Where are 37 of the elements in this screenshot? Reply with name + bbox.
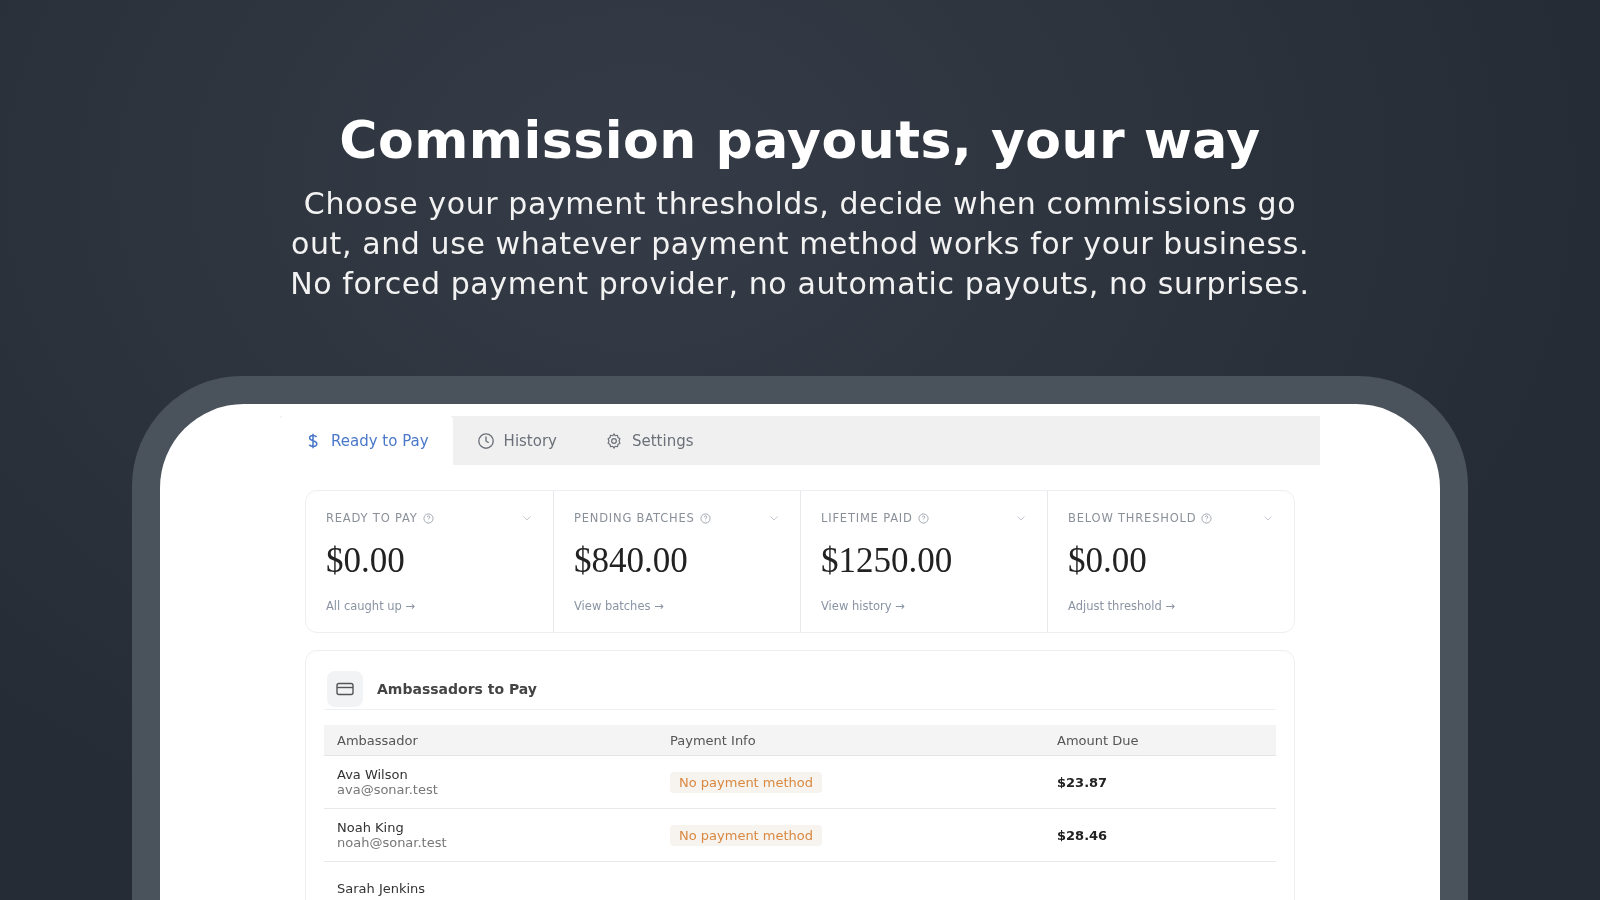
ambassador-email: ava@sonar.test: [337, 782, 439, 797]
info-icon[interactable]: [699, 512, 711, 524]
column-header: Amount Due: [1057, 732, 1140, 748]
stat-value: $1250.00: [821, 541, 954, 581]
stat-label: LIFETIME PAID: [821, 511, 913, 525]
column-header: Payment Info: [670, 732, 757, 748]
tab[interactable]: Settings: [581, 416, 718, 465]
stat-value: $840.00: [574, 541, 689, 581]
ambassador-name: Sarah Jenkins: [337, 880, 427, 896]
amount-due: $23.87: [1057, 774, 1109, 790]
info-icon[interactable]: [1201, 512, 1213, 524]
stat-link[interactable]: All caught up →: [326, 599, 416, 613]
column-header: Ambassador: [337, 732, 419, 748]
card-icon: [327, 671, 363, 707]
info-icon[interactable]: [422, 512, 434, 524]
payment-status-badge: No payment method: [670, 771, 823, 793]
ambassador-name: Ava Wilson: [337, 767, 409, 782]
tab[interactable]: History: [452, 416, 581, 465]
clock-icon: [476, 431, 495, 450]
tab[interactable]: Ready to Pay: [280, 416, 453, 465]
stat-label: BELOW THRESHOLD: [1068, 511, 1197, 525]
info-icon[interactable]: [917, 512, 929, 524]
settings-icon: [605, 431, 623, 450]
stat-link[interactable]: Adjust threshold →: [1068, 599, 1176, 613]
ambassador-name: Noah King: [337, 820, 405, 835]
stat-value: $0.00: [326, 541, 406, 581]
ambassador-email: noah@sonar.test: [337, 835, 448, 850]
stat-label: PENDING BATCHES: [574, 511, 695, 525]
stat-value: $0.00: [1068, 541, 1148, 581]
payment-status-badge: No payment method: [670, 824, 823, 846]
stat-link[interactable]: View batches →: [574, 599, 664, 613]
table-title: Ambassadors to Pay: [377, 681, 537, 697]
subtitle: Choose your payment thresholds, decide when commissions go out, and use whatever payment method works for your business. No forced payment provider, no automatic payouts, no surprises.: [289, 185, 1311, 303]
stat-label: READY TO PAY: [326, 511, 418, 525]
headline: Commission payouts, your way: [339, 110, 1261, 170]
amount-due: $28.46: [1057, 827, 1109, 843]
stat-link[interactable]: View history →: [821, 599, 905, 613]
